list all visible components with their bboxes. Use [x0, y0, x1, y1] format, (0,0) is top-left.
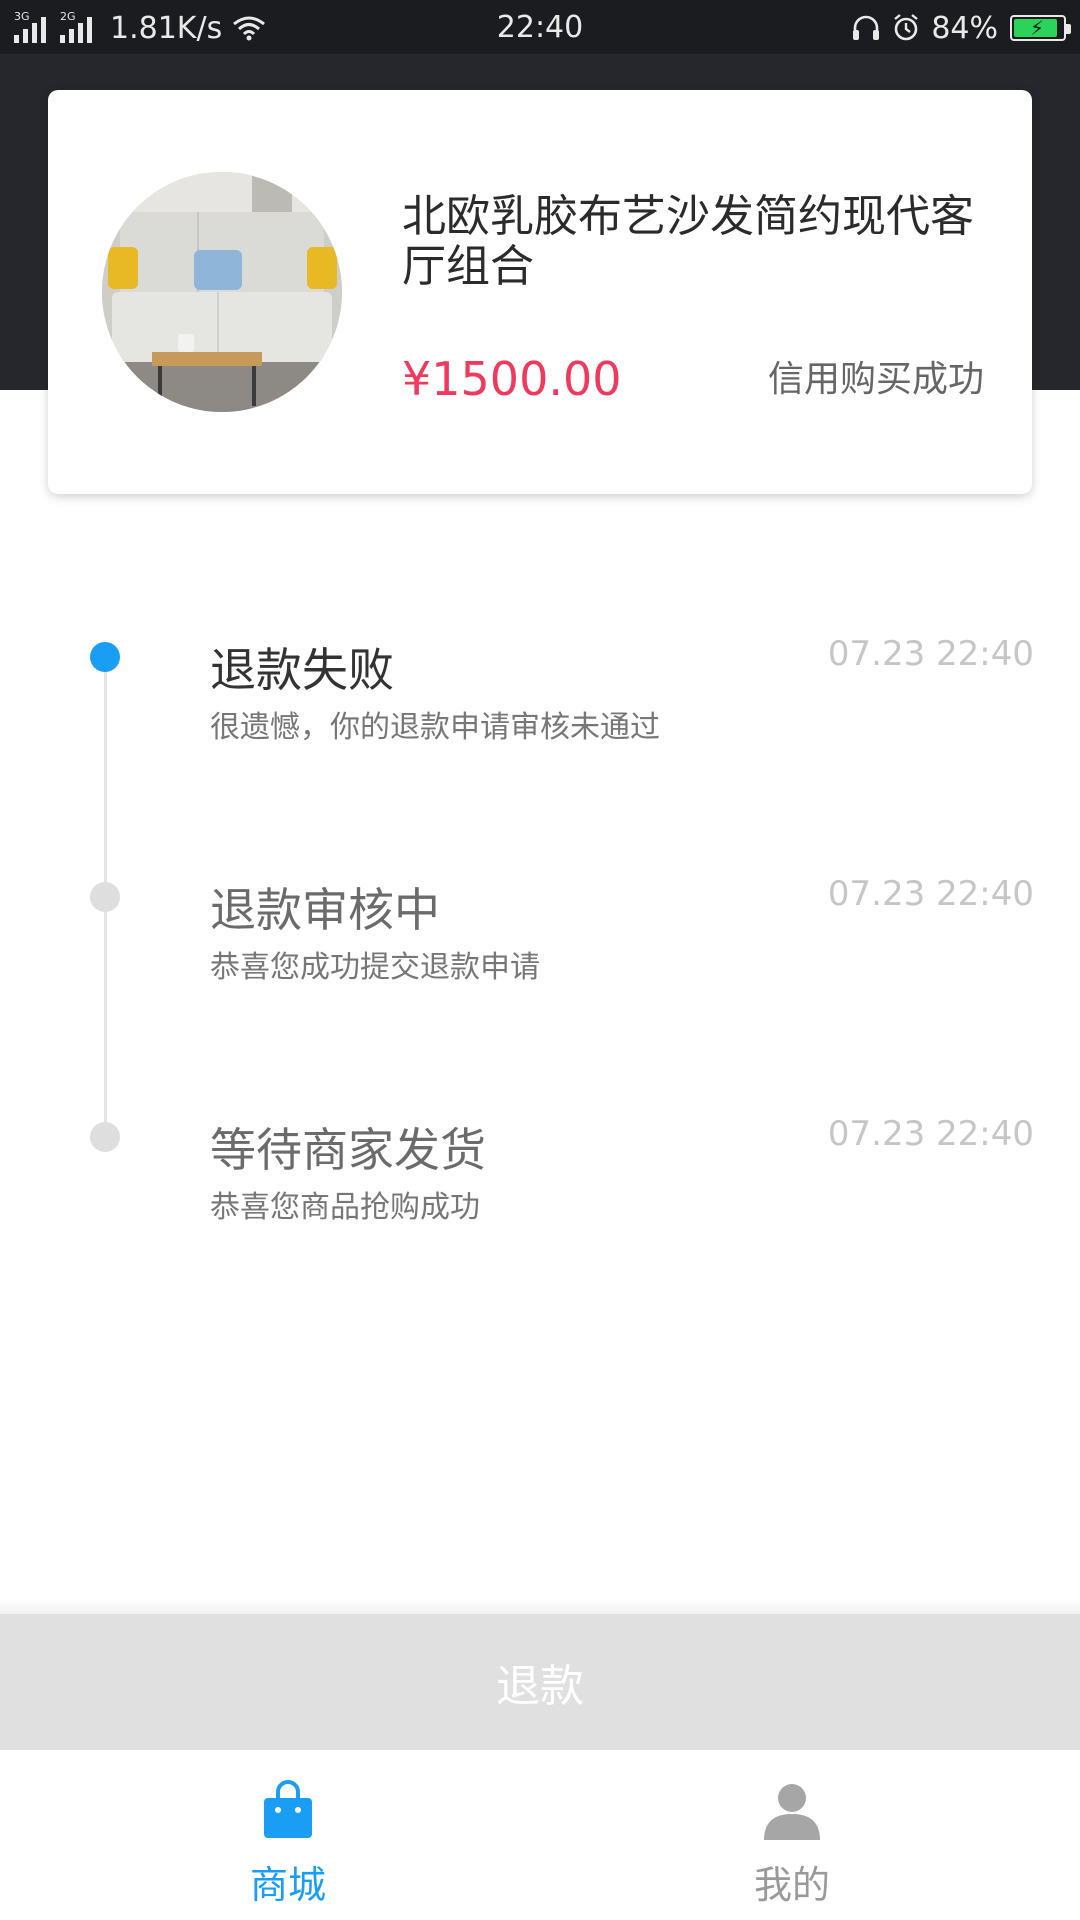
alarm-icon: [894, 14, 919, 41]
refund-button-shadow: [0, 1598, 1080, 1614]
battery-percentage: 84%: [931, 10, 998, 46]
timeline-dot: [90, 882, 120, 912]
timeline-description: 恭喜您成功提交退款申请: [210, 950, 540, 985]
timeline-title: 退款审核中: [210, 883, 440, 937]
product-title: 北欧乳胶布艺沙发简约现代客厅组合: [402, 191, 974, 292]
refund-progress-screen: 3G 2G 1.81K/s 22:40 84% ⚡ 北欧乳胶布艺沙发简约现代客厅…: [0, 0, 1080, 1920]
tab-label: 我的: [753, 1863, 830, 1907]
status-bar-right: 84% ⚡: [851, 8, 1071, 48]
product-card[interactable]: 北欧乳胶布艺沙发简约现代客厅组合 ¥1500.00 信用购买成功: [48, 90, 1032, 494]
timeline-item: 退款审核中 恭喜您成功提交退款申请 07.23 22:40: [0, 874, 1080, 1024]
status-bar: 3G 2G 1.81K/s 22:40 84% ⚡: [0, 0, 1080, 54]
user-icon: [764, 1784, 820, 1840]
headset-icon: [853, 15, 880, 40]
tab-mine[interactable]: 我的: [642, 1750, 942, 1920]
product-price: ¥1500.00: [402, 352, 622, 406]
order-status: 信用购买成功: [767, 359, 984, 400]
timeline-item: 退款失败 很遗憾，你的退款申请审核未通过 07.23 22:40: [0, 634, 1080, 784]
tab-label: 商城: [249, 1863, 326, 1907]
refund-button[interactable]: 退款: [0, 1614, 1080, 1750]
bottom-tab-bar: 商城 我的: [0, 1750, 1080, 1920]
timeline-item: 等待商家发货 恭喜您商品抢购成功 07.23 22:40: [0, 1114, 1080, 1264]
timeline-time: 07.23 22:40: [827, 874, 1034, 914]
product-image: [102, 172, 342, 412]
timeline-time: 07.23 22:40: [827, 634, 1034, 674]
sofa-image: [102, 172, 342, 412]
timeline-dot: [90, 1122, 120, 1152]
shopping-bag-icon: [264, 1780, 312, 1838]
timeline-description: 很遗憾，你的退款申请审核未通过: [210, 710, 660, 745]
timeline-time: 07.23 22:40: [827, 1114, 1034, 1154]
timeline-title: 等待商家发货: [210, 1123, 486, 1177]
battery-charging-icon: ⚡: [1010, 15, 1071, 41]
timeline-description: 恭喜您商品抢购成功: [210, 1190, 480, 1225]
tab-mall[interactable]: 商城: [138, 1750, 438, 1920]
timeline-title: 退款失败: [210, 643, 394, 697]
timeline-dot-active: [90, 642, 120, 672]
